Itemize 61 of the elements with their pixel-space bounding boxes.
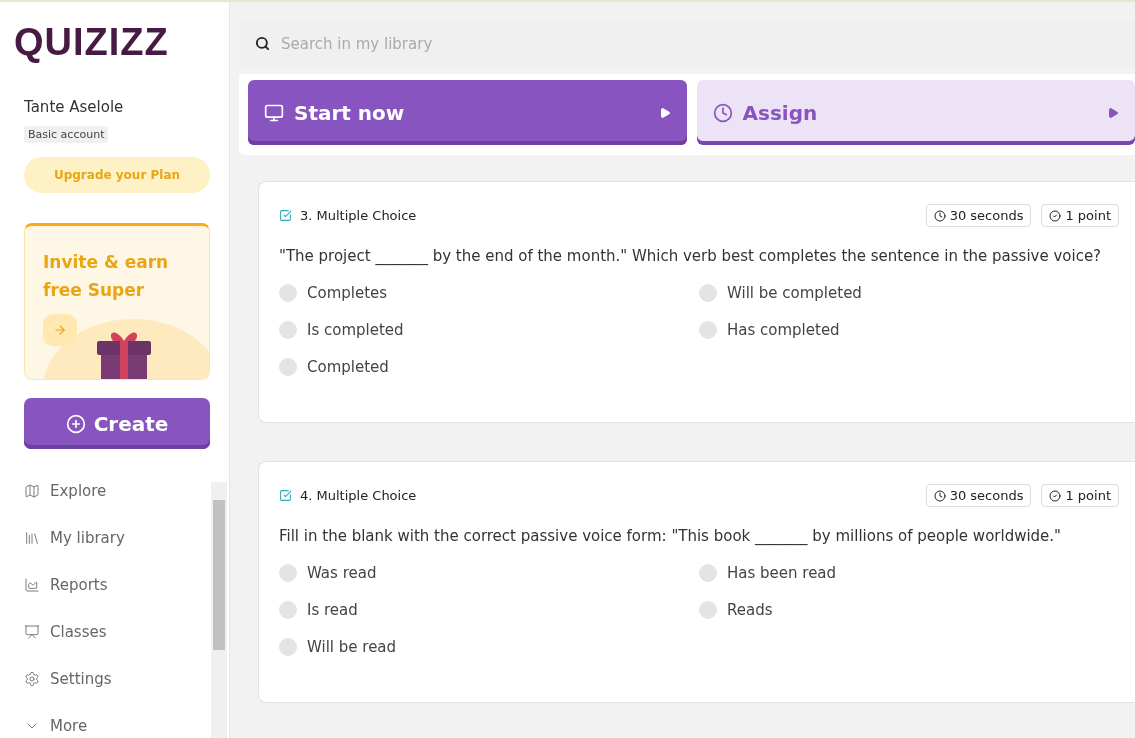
nav-item[interactable]: My library bbox=[24, 526, 229, 549]
radio-icon bbox=[279, 320, 297, 339]
nav-item[interactable]: Settings bbox=[24, 667, 229, 690]
answer-option[interactable]: Is read bbox=[279, 598, 699, 621]
radio-icon bbox=[699, 600, 717, 619]
map-icon bbox=[24, 482, 40, 499]
radio-icon bbox=[699, 563, 717, 582]
nav-item[interactable]: Reports bbox=[24, 573, 229, 596]
radio-icon bbox=[699, 320, 717, 339]
time-badge: 30 seconds bbox=[925, 204, 1032, 227]
points-badge: 1 point bbox=[1041, 204, 1119, 227]
invite-title: Invite & earn free Super bbox=[43, 251, 170, 302]
question-text: "The project _______ by the end of the month." Which verb best completes the sentence in the passive voice? bbox=[279, 247, 1103, 265]
arrow-button[interactable] bbox=[43, 314, 77, 346]
radio-icon bbox=[699, 283, 717, 302]
monitor-icon bbox=[264, 102, 284, 123]
books-icon bbox=[24, 529, 40, 546]
answer-option[interactable]: Will be completed bbox=[699, 281, 1119, 304]
settings-icon bbox=[24, 670, 40, 687]
radio-icon bbox=[279, 600, 297, 619]
answer-option[interactable]: Will be read bbox=[279, 635, 699, 658]
answer-option[interactable]: Is completed bbox=[279, 318, 699, 341]
radio-icon bbox=[279, 563, 297, 582]
check-circle-icon bbox=[1049, 489, 1062, 502]
question-type: 4. Multiple Choice bbox=[300, 488, 418, 503]
play-icon bbox=[658, 106, 671, 119]
arrow-right-icon bbox=[53, 323, 67, 337]
assign-button[interactable]: Assign bbox=[696, 80, 1135, 145]
clock-icon bbox=[712, 102, 733, 123]
nav-item[interactable]: Classes bbox=[24, 620, 229, 643]
nav-item[interactable]: More bbox=[24, 714, 229, 737]
time-badge: 30 seconds bbox=[925, 484, 1032, 507]
answer-option[interactable]: Completes bbox=[279, 281, 699, 304]
checkbox-icon bbox=[279, 489, 292, 502]
scrollbar[interactable] bbox=[211, 482, 227, 738]
question-type: 3. Multiple Choice bbox=[300, 208, 418, 223]
answer-option[interactable]: Has completed bbox=[699, 318, 1119, 341]
clock-icon bbox=[933, 489, 946, 502]
create-button[interactable]: Create bbox=[24, 398, 210, 449]
clock-icon bbox=[933, 209, 946, 222]
check-circle-icon bbox=[1049, 209, 1062, 222]
quizizz-logo: QUIZIZZ bbox=[14, 20, 170, 64]
radio-icon bbox=[279, 637, 297, 656]
user-name: Tante Aselole bbox=[24, 98, 125, 116]
answer-option[interactable]: Was read bbox=[279, 561, 699, 584]
start-now-button[interactable]: Start now bbox=[248, 80, 687, 145]
chart-icon bbox=[24, 576, 40, 593]
plus-circle-icon bbox=[65, 413, 86, 434]
points-badge: 1 point bbox=[1041, 484, 1119, 507]
answer-option[interactable]: Has been read bbox=[699, 561, 1119, 584]
radio-icon bbox=[279, 357, 297, 376]
search-icon bbox=[255, 36, 270, 51]
answer-option[interactable]: Reads bbox=[699, 598, 1119, 621]
nav-item[interactable]: Explore bbox=[24, 479, 229, 502]
radio-icon bbox=[279, 283, 297, 302]
presentation-icon bbox=[24, 623, 40, 640]
account-badge: Basic account bbox=[24, 126, 109, 143]
play-icon bbox=[1107, 106, 1119, 119]
checkbox-icon bbox=[279, 209, 292, 222]
answer-option[interactable]: Completed bbox=[279, 355, 699, 378]
question-text: Fill in the blank with the correct passive voice form: "This book _______ by millions of people worldwide." bbox=[279, 527, 1062, 545]
